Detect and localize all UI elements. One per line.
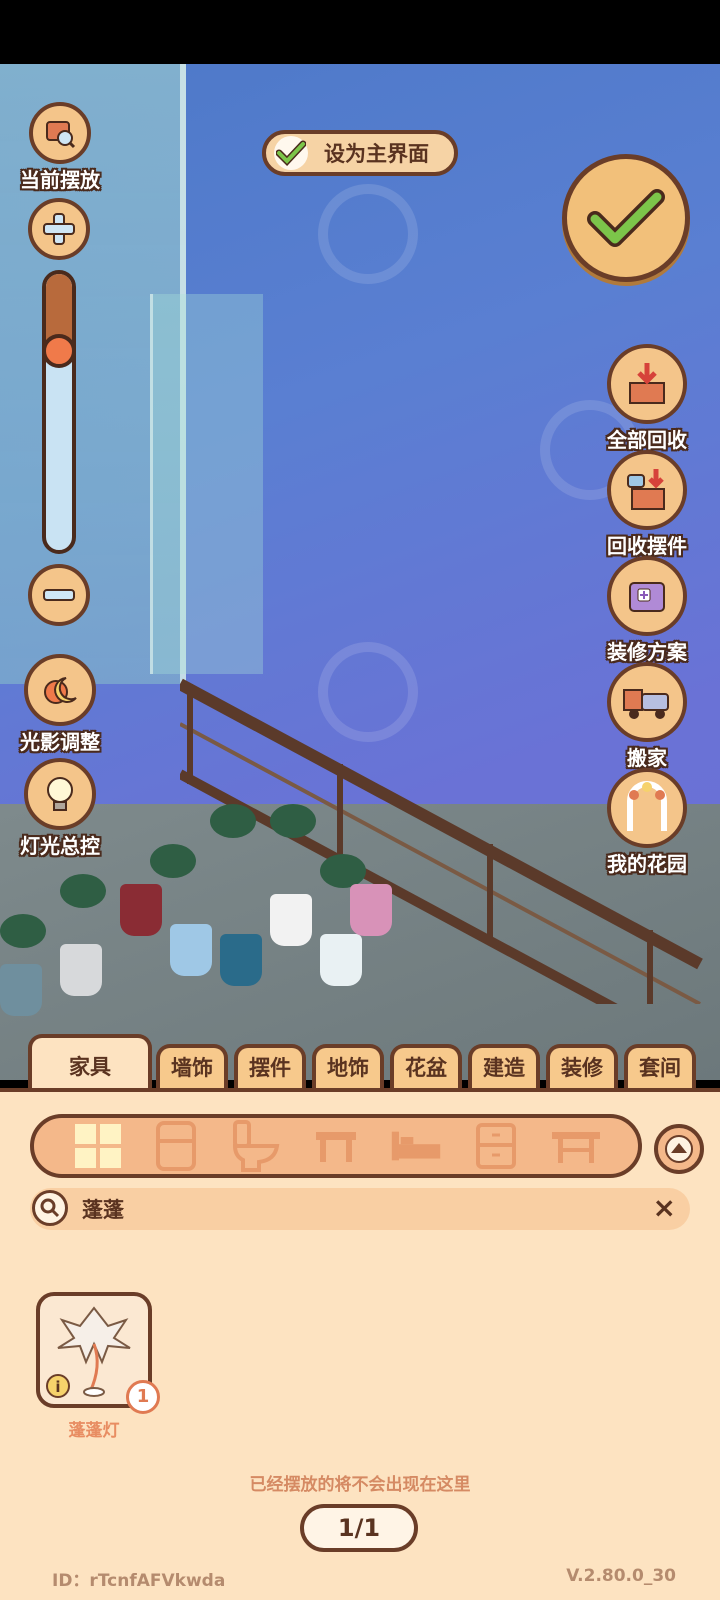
bed-icon[interactable] [390,1126,442,1166]
placed-items-hint: 已经摆放的将不会出现在这里 [249,1475,471,1495]
current-placement-label: 当前摆放 [20,168,100,192]
search-bar: × [30,1188,690,1230]
fridge-icon[interactable] [150,1121,202,1171]
recycle-ornaments-label: 回收摆件 [607,534,687,558]
light-shadow-label: 光影调整 [20,730,100,754]
current-placement-button[interactable]: 当前摆放 [8,102,112,193]
zoom-out-button[interactable] [28,564,90,626]
user-id: ID：rTcnfAFVkwda [52,1571,226,1591]
item-info-icon[interactable]: i [46,1374,70,1398]
decoration-plan-button[interactable]: 装修方案 [602,556,692,665]
cabinet-icon[interactable] [470,1123,522,1169]
table-icon[interactable] [310,1126,362,1166]
zoom-slider-handle[interactable] [42,334,76,368]
clear-search-icon[interactable]: × [653,1192,676,1224]
recycle-all-button[interactable]: 全部回收 [602,344,692,453]
tab-ornaments[interactable]: 摆件 [234,1044,306,1090]
status-bar [0,0,720,64]
grid-icon[interactable] [72,1124,124,1168]
furniture-panel: × i 1 蓬蓬灯 已经摆放的将不会出现在这里 1/1 ID：rTcnfAFVk… [0,1088,720,1600]
zoom-in-button[interactable] [28,198,90,260]
my-garden-label: 我的花园 [607,852,687,876]
item-count-badge: 1 [126,1380,160,1414]
furniture-item-card[interactable]: i 1 [36,1292,160,1414]
recycle-all-label: 全部回收 [607,428,687,452]
tab-build[interactable]: 建造 [468,1044,540,1090]
plus-icon [43,213,75,245]
desk-icon[interactable] [550,1126,602,1166]
subcategory-bar [30,1114,642,1178]
category-tabs: 家具 墙饰 摆件 地饰 花盆 建造 装修 套间 [0,1034,720,1098]
folder-plus-icon [607,556,687,636]
triangle-up-icon [665,1135,693,1163]
toilet-icon[interactable] [230,1120,282,1172]
tab-renovation[interactable]: 装修 [546,1044,618,1090]
sun-moon-icon [24,654,96,726]
light-bulb-icon [24,758,96,830]
checkmark-icon [274,136,308,170]
tab-flower-pots[interactable]: 花盆 [390,1044,462,1090]
search-input[interactable] [80,1192,624,1226]
version-label: V.2.80.0_30 [566,1566,676,1586]
recycle-ornaments-button[interactable]: 回收摆件 [602,450,692,559]
my-garden-button[interactable]: 我的花园 [602,768,692,877]
tab-suites[interactable]: 套间 [624,1044,696,1090]
box-arrow-down-icon [607,344,687,424]
confirm-check-icon [587,189,665,247]
light-master-button[interactable]: 灯光总控 [4,758,116,859]
item-name: 蓬蓬灯 [68,1421,120,1441]
sun-decoration [318,184,418,284]
move-house-button[interactable]: 搬家 [602,662,692,771]
mug-box-icon [607,450,687,530]
page-indicator[interactable]: 1/1 [300,1504,418,1552]
greenhouse-side [150,294,263,674]
confirm-button[interactable] [562,154,690,282]
move-house-label: 搬家 [627,746,667,770]
collapse-panel-button[interactable] [654,1124,704,1174]
tab-floor-decor[interactable]: 地饰 [312,1044,384,1090]
decoration-plan-label: 装修方案 [607,640,687,664]
light-master-label: 灯光总控 [20,834,100,858]
set-main-toggle[interactable]: 设为主界面 [262,130,458,176]
minus-icon [43,589,75,601]
tab-wall-decor[interactable]: 墙饰 [156,1044,228,1090]
search-icon[interactable] [32,1190,68,1226]
set-main-label: 设为主界面 [324,142,429,166]
light-shadow-button[interactable]: 光影调整 [4,654,116,755]
garden-arch-icon [607,768,687,848]
placement-search-icon [29,102,91,164]
moving-truck-icon [607,662,687,742]
zoom-slider-track[interactable] [42,270,76,554]
